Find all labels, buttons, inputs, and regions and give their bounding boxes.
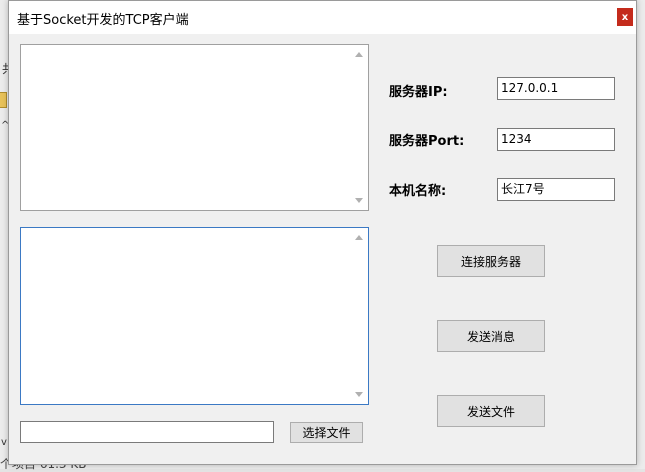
server-port-label: 服务器Port: <box>389 134 465 149</box>
local-name-label: 本机名称: <box>389 184 447 199</box>
tcp-client-dialog: 基于Socket开发的TCP客户端 x 选择文件 服务器IP: 127.0.0.… <box>8 0 637 465</box>
folder-icon <box>0 92 7 108</box>
send-file-button[interactable]: 发送文件 <box>437 395 545 427</box>
connect-server-button[interactable]: 连接服务器 <box>437 245 545 277</box>
scroll-up-icon[interactable] <box>355 235 363 240</box>
server-ip-label: 服务器IP: <box>389 85 448 100</box>
server-ip-input[interactable]: 127.0.0.1 <box>497 77 615 100</box>
message-input-textarea[interactable] <box>20 227 369 405</box>
window-title: 基于Socket开发的TCP客户端 <box>17 13 189 28</box>
title-bar[interactable]: 基于Socket开发的TCP客户端 x <box>9 1 636 34</box>
scroll-down-icon[interactable] <box>355 392 363 397</box>
received-messages-scrollbar[interactable] <box>351 45 368 210</box>
send-message-button[interactable]: 发送消息 <box>437 320 545 352</box>
server-port-input[interactable]: 1234 <box>497 128 615 151</box>
chevron-down-icon: v <box>1 437 7 448</box>
message-input-scrollbar[interactable] <box>351 228 368 404</box>
scroll-down-icon[interactable] <box>355 198 363 203</box>
close-icon: x <box>621 11 629 23</box>
scroll-up-icon[interactable] <box>355 52 363 57</box>
close-button[interactable]: x <box>617 8 633 26</box>
received-messages-textarea[interactable] <box>20 44 369 211</box>
file-path-input[interactable] <box>20 421 274 443</box>
local-name-input[interactable]: 长江7号 <box>497 178 615 201</box>
choose-file-button[interactable]: 选择文件 <box>290 422 363 443</box>
